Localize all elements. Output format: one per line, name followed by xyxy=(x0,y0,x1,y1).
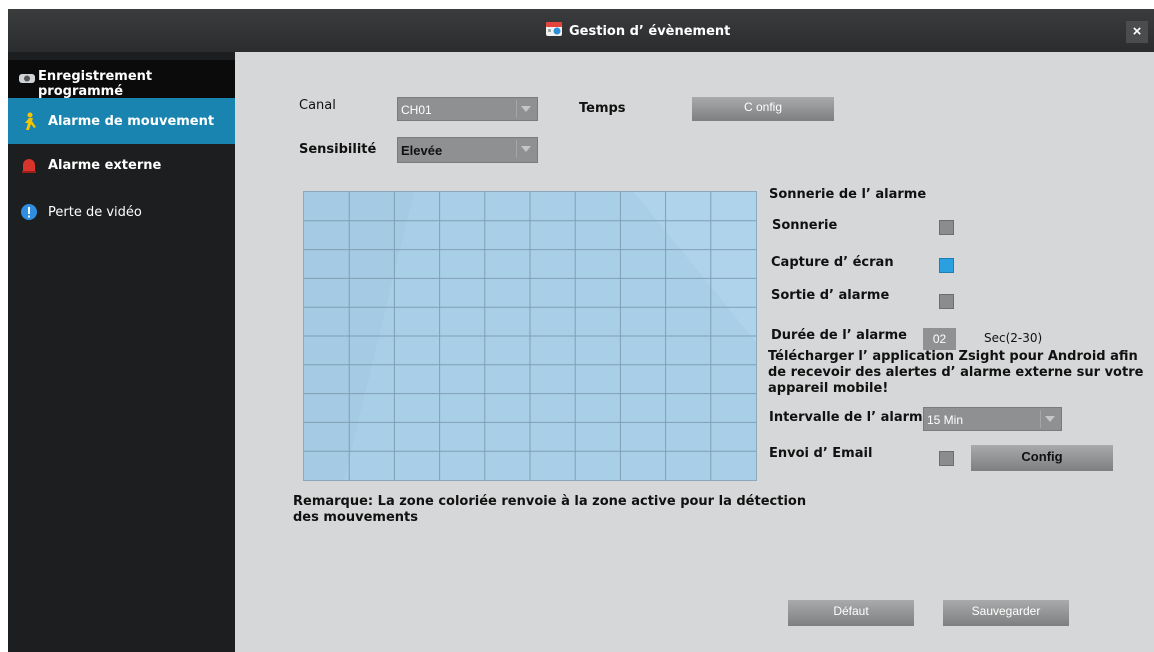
sensibilite-label: Sensibilité xyxy=(299,142,377,157)
save-button[interactable]: Sauvegarder xyxy=(943,600,1069,626)
sonnerie-label: Sonnerie xyxy=(772,218,838,233)
title-bar: Gestion d’ évènement × xyxy=(8,9,1154,52)
canal-label: Canal xyxy=(299,98,336,113)
sonnerie-checkbox[interactable] xyxy=(939,220,954,235)
close-button[interactable]: × xyxy=(1126,21,1148,43)
zone-note: Remarque: La zone coloriée renvoie à la … xyxy=(293,494,807,525)
temps-config-label: C onfig xyxy=(743,100,783,114)
zone-grid-lines xyxy=(304,192,756,480)
temps-label: Temps xyxy=(579,101,626,116)
email-checkbox[interactable] xyxy=(939,451,954,466)
email-config-button[interactable]: Config xyxy=(971,445,1113,471)
default-button-label: Défaut xyxy=(833,604,869,618)
sidebar-item-external-alarm[interactable]: Alarme externe xyxy=(8,145,235,185)
capture-label: Capture d’ écran xyxy=(771,255,894,270)
sortie-label: Sortie d’ alarme xyxy=(771,288,890,303)
canal-value: CH01 xyxy=(401,103,432,117)
running-man-icon xyxy=(20,112,38,130)
sensibilite-value: Elevée xyxy=(401,143,443,158)
sidebar-item-label: Perte de vidéo xyxy=(48,204,142,220)
intervalle-select[interactable]: 15 Min xyxy=(923,407,1062,431)
sidebar-item-label: Enregistrement programmé xyxy=(38,69,153,99)
motion-detection-zone-grid[interactable] xyxy=(303,191,757,481)
window-title: Gestion d’ évènement xyxy=(569,23,731,39)
chevron-down-icon xyxy=(516,140,535,158)
intervalle-label: Intervalle de l’ alarme xyxy=(769,410,932,425)
canal-select[interactable]: CH01 xyxy=(397,97,538,121)
chevron-down-icon xyxy=(1040,410,1059,428)
duree-input[interactable]: 02 xyxy=(923,328,956,350)
event-management-window: Gestion d’ évènement × Enregistrement pr… xyxy=(8,9,1154,652)
sortie-checkbox[interactable] xyxy=(939,294,954,309)
save-button-label: Sauvegarder xyxy=(971,604,1041,618)
sidebar: Enregistrement programmé Alarme de mouve… xyxy=(8,52,240,652)
duree-label: Durée de l’ alarme xyxy=(771,328,907,343)
temps-config-button[interactable]: C onfig xyxy=(692,97,834,121)
alarm-ring-section-title: Sonnerie de l’ alarme xyxy=(769,187,927,202)
siren-icon xyxy=(20,156,38,174)
chevron-down-icon xyxy=(516,100,535,118)
sensibilite-select[interactable]: Elevée xyxy=(397,137,538,163)
capture-checkbox[interactable] xyxy=(939,258,954,273)
calendar-icon xyxy=(545,20,563,42)
email-label: Envoi d’ Email xyxy=(769,446,873,461)
download-app-message: Télécharger l’ application Zsight pour A… xyxy=(768,349,1144,396)
sidebar-item-label: Alarme de mouvement xyxy=(48,113,215,129)
email-config-label: Config xyxy=(1021,449,1063,464)
camera-icon xyxy=(18,70,36,88)
intervalle-value: 15 Min xyxy=(927,413,964,427)
sidebar-item-video-loss[interactable]: Perte de vidéo xyxy=(8,192,235,232)
sidebar-item-motion-alarm[interactable]: Alarme de mouvement xyxy=(8,98,235,144)
default-button[interactable]: Défaut xyxy=(788,600,914,626)
duree-unit: Sec(2-30) xyxy=(984,331,1043,345)
warning-icon xyxy=(20,203,38,221)
sidebar-item-label: Alarme externe xyxy=(48,157,162,173)
motion-alarm-panel: Canal CH01 Temps C onfig Sensibilité Ele… xyxy=(235,52,1154,652)
